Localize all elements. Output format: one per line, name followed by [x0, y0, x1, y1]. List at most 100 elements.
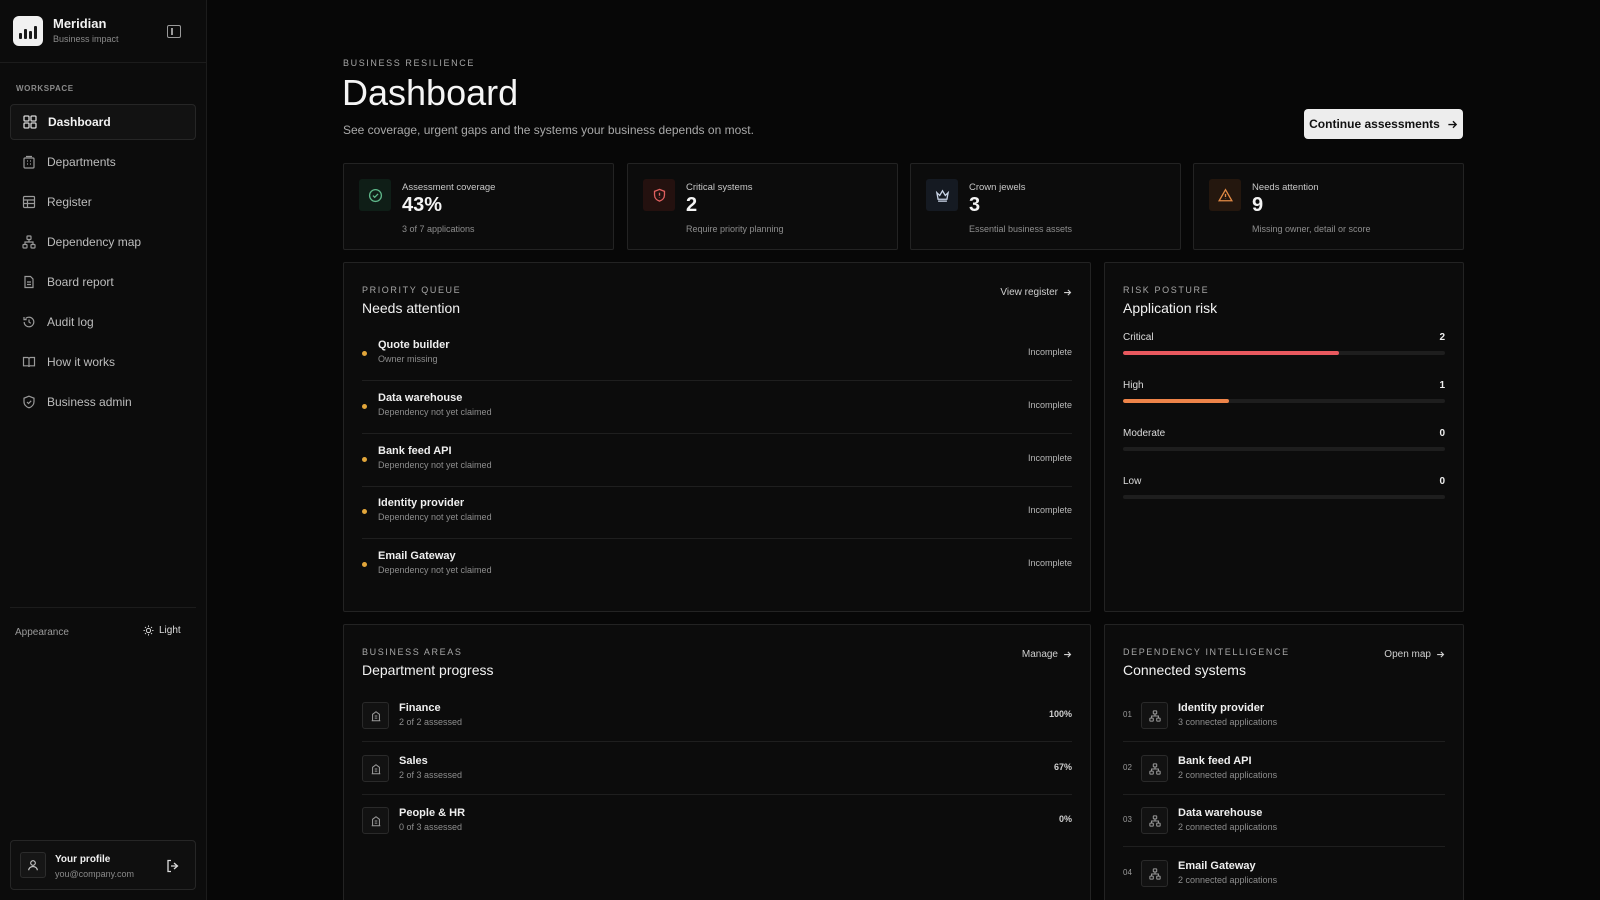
list-item[interactable]: Bank feed API Dependency not yet claimed… — [362, 435, 1072, 487]
user-icon — [28, 860, 38, 871]
panel-eyebrow: PRIORITY QUEUE — [362, 285, 462, 295]
open-map-link[interactable]: Open map — [1384, 649, 1445, 660]
list-item[interactable]: Data warehouse Dependency not yet claime… — [362, 382, 1072, 434]
priority-queue-panel: PRIORITY QUEUE Needs attention View regi… — [343, 262, 1091, 612]
sidebar-item-label: Audit log — [47, 315, 94, 329]
sidebar-item-label: Register — [47, 195, 92, 209]
item-detail: Dependency not yet claimed — [378, 407, 492, 417]
continue-assessments-button[interactable]: Continue assessments — [1304, 109, 1463, 139]
system-name: Identity provider — [1178, 702, 1265, 714]
stat-label: Needs attention — [1252, 182, 1319, 193]
profile-email: you@company.com — [55, 869, 135, 879]
panel-title: Needs attention — [362, 300, 461, 316]
risk-bar-track — [1123, 447, 1445, 451]
list-item[interactable]: Email Gateway Dependency not yet claimed… — [362, 540, 1072, 592]
stat-label: Assessment coverage — [402, 182, 496, 193]
stat-value: 2 — [686, 194, 698, 216]
sidebar-item-board-report[interactable]: Board report — [10, 264, 196, 300]
view-register-link[interactable]: View register — [1000, 287, 1072, 298]
sidebar-item-business-admin[interactable]: Business admin — [10, 384, 196, 420]
button-label: Continue assessments — [1309, 117, 1440, 131]
sidebar: Meridian Business impact WORKSPACE Dashb… — [0, 0, 207, 900]
risk-row-moderate: Moderate 0 — [1123, 428, 1445, 468]
stat-description: Essential business assets — [969, 224, 1073, 234]
shield-icon — [23, 395, 35, 409]
stat-value: 3 — [969, 194, 981, 216]
panel-title: Connected systems — [1123, 662, 1246, 678]
item-detail: Dependency not yet claimed — [378, 565, 492, 575]
department-progress-panel: BUSINESS AREAS Department progress Manag… — [343, 624, 1091, 900]
department-row[interactable]: People & HR 0 of 3 assessed 0% — [362, 795, 1072, 847]
system-rank: 03 — [1123, 815, 1132, 824]
stat-card-needs-attention[interactable]: Needs attention 9 Missing owner, detail … — [1193, 163, 1464, 250]
divider — [10, 607, 196, 608]
sidebar-collapse-icon[interactable] — [167, 25, 181, 38]
logo-icon — [13, 16, 43, 46]
link-label: View register — [1000, 287, 1058, 298]
list-item[interactable]: Identity provider Dependency not yet cla… — [362, 487, 1072, 539]
system-detail: 2 connected applications — [1178, 770, 1278, 780]
brand[interactable]: Meridian Business impact — [13, 16, 195, 48]
department-percent: 100% — [1048, 709, 1072, 719]
status-dot — [362, 404, 367, 409]
grid-icon — [23, 115, 37, 129]
check-circle-icon — [359, 179, 391, 211]
stat-card-critical-systems[interactable]: Critical systems 2 Require priority plan… — [627, 163, 898, 250]
system-row[interactable]: 04 Email Gateway 2 connected application… — [1123, 848, 1445, 900]
panel-eyebrow: BUSINESS AREAS — [362, 647, 463, 657]
network-icon — [1141, 807, 1168, 834]
stat-description: Missing owner, detail or score — [1252, 224, 1371, 234]
risk-count: 1 — [1439, 380, 1445, 391]
system-detail: 2 connected applications — [1178, 822, 1278, 832]
book-icon — [22, 356, 36, 368]
panel-title: Application risk — [1123, 300, 1218, 316]
sidebar-item-dependency-map[interactable]: Dependency map — [10, 224, 196, 260]
stat-card-coverage[interactable]: Assessment coverage 43% 3 of 7 applicati… — [343, 163, 614, 250]
brand-name: Meridian — [53, 16, 107, 31]
sidebar-item-dashboard[interactable]: Dashboard — [10, 104, 196, 140]
avatar — [20, 852, 46, 878]
warning-icon — [1209, 179, 1241, 211]
sidebar-item-audit-log[interactable]: Audit log — [10, 304, 196, 340]
status-dot — [362, 509, 367, 514]
system-row[interactable]: 01 Identity provider 3 connected applica… — [1123, 690, 1445, 742]
risk-bar-track — [1123, 399, 1445, 403]
brand-subtitle: Business impact — [53, 34, 119, 44]
department-name: Sales — [399, 755, 428, 767]
stat-label: Crown jewels — [969, 182, 1026, 193]
system-row[interactable]: 03 Data warehouse 2 connected applicatio… — [1123, 795, 1445, 847]
department-name: People & HR — [399, 807, 466, 819]
network-icon — [1141, 702, 1168, 729]
status-badge: Incomplete — [1027, 453, 1072, 463]
manage-link[interactable]: Manage — [1022, 649, 1072, 660]
sidebar-item-departments[interactable]: Departments — [10, 144, 196, 180]
risk-bar-fill — [1123, 351, 1339, 355]
item-detail: Dependency not yet claimed — [378, 512, 492, 522]
shield-alert-icon — [643, 179, 675, 211]
risk-label: High — [1123, 380, 1144, 391]
network-icon — [22, 235, 36, 249]
arrow-right-icon — [1448, 120, 1457, 128]
theme-toggle[interactable]: Light — [143, 625, 181, 636]
logout-icon[interactable] — [165, 858, 181, 874]
list-item[interactable]: Quote builder Owner missing Incomplete — [362, 329, 1072, 381]
item-detail: Owner missing — [378, 354, 438, 364]
risk-row-low: Low 0 — [1123, 476, 1445, 516]
page-title: Dashboard — [342, 72, 519, 113]
item-name: Quote builder — [378, 339, 450, 351]
building-icon — [362, 807, 389, 834]
sidebar-item-register[interactable]: Register — [10, 184, 196, 220]
sidebar-item-label: Departments — [47, 155, 116, 169]
system-row[interactable]: 02 Bank feed API 2 connected application… — [1123, 743, 1445, 795]
sidebar-item-how-it-works[interactable]: How it works — [10, 344, 196, 380]
risk-row-critical: Critical 2 — [1123, 332, 1445, 372]
profile-card[interactable]: Your profile you@company.com — [10, 840, 196, 890]
risk-label: Low — [1123, 476, 1142, 487]
profile-name: Your profile — [55, 854, 111, 865]
connected-systems-panel: DEPENDENCY INTELLIGENCE Connected system… — [1104, 624, 1464, 900]
system-detail: 3 connected applications — [1178, 717, 1278, 727]
stat-card-crown-jewels[interactable]: Crown jewels 3 Essential business assets — [910, 163, 1181, 250]
panel-title: Department progress — [362, 662, 494, 678]
department-row[interactable]: Finance 2 of 2 assessed 100% — [362, 690, 1072, 742]
department-row[interactable]: Sales 2 of 3 assessed 67% — [362, 743, 1072, 795]
